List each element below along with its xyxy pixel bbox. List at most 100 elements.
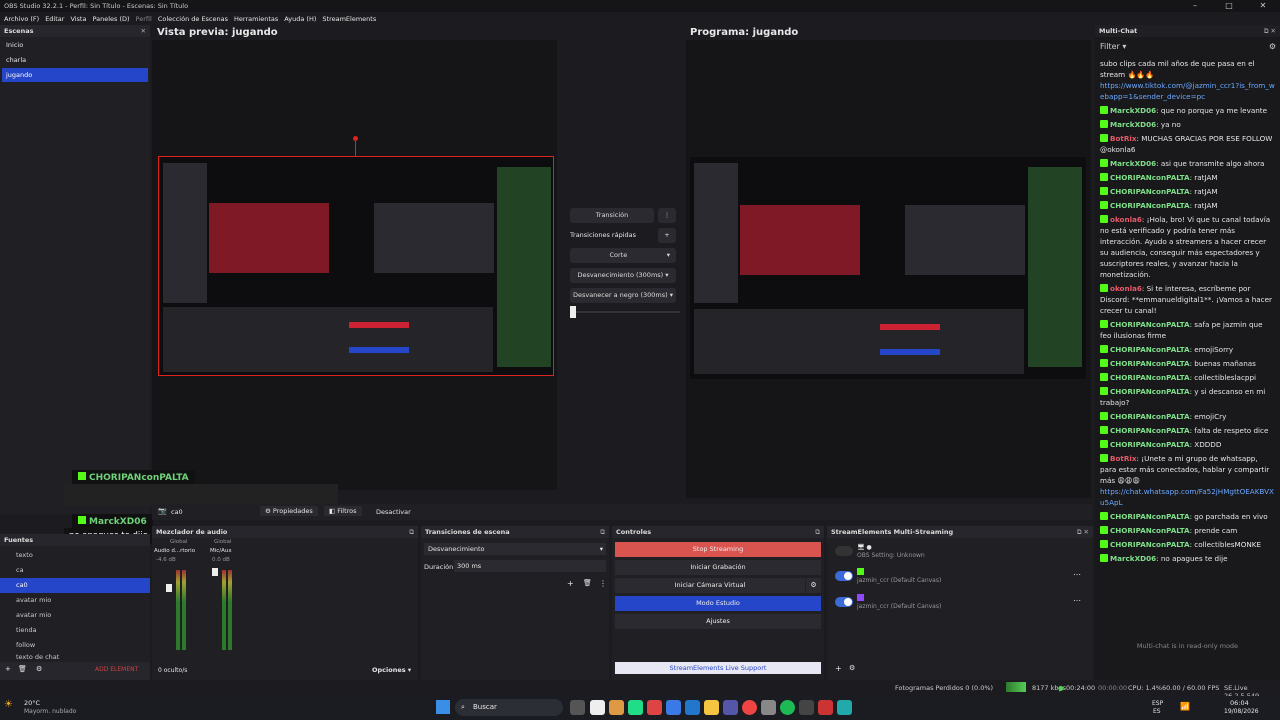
store-icon[interactable] — [590, 700, 605, 715]
source-item-texto[interactable]: texto — [0, 548, 150, 563]
transition-type-select[interactable]: Desvanecimiento ▾ — [424, 543, 606, 555]
powerpoint-icon[interactable] — [647, 700, 662, 715]
excel-icon[interactable] — [628, 700, 643, 715]
menu-ayuda[interactable]: Ayuda (H) — [284, 15, 316, 23]
fade-transition-button[interactable]: Desvanecimiento (300ms) ▾ — [570, 268, 676, 283]
scene-item-charla[interactable]: charla — [2, 53, 148, 67]
stop-streaming-button[interactable]: Stop Streaming — [615, 542, 821, 557]
float-icon[interactable]: ⧉ — [600, 526, 605, 538]
gear-icon[interactable]: ⚙ — [806, 578, 821, 593]
source-item-avatar-1[interactable]: avatar mio — [0, 593, 150, 608]
source-item-ca0[interactable]: ca0 — [0, 578, 150, 593]
scene-item-inicio[interactable]: Inicio — [2, 38, 148, 52]
chat-username[interactable]: MarckXD06 — [1110, 159, 1156, 168]
chat-link[interactable]: https://chat.whatsapp.com/Fa52jHMgttOEAK… — [1100, 487, 1274, 507]
obs-toggle[interactable] — [835, 546, 853, 556]
properties-button[interactable]: ⚙ Propiedades — [260, 506, 318, 516]
preview-scene-thumbnail[interactable] — [158, 156, 554, 376]
keyboard-lang[interactable]: ESP — [1152, 700, 1163, 707]
chat-username[interactable]: CHORIPANconPALTA — [1110, 359, 1190, 368]
trash-icon[interactable]: 🗑 — [583, 579, 592, 587]
taskbar-search[interactable]: Buscar ⌕ — [455, 699, 563, 716]
edge-icon[interactable] — [685, 700, 700, 715]
chat-username[interactable]: okonla6 — [1110, 284, 1142, 293]
chat-username[interactable]: CHORIPANconPALTA — [1110, 187, 1190, 196]
chat-filter-button[interactable]: Filter ▾ — [1100, 42, 1126, 51]
close-icon[interactable]: ⧉ ✕ — [1264, 25, 1276, 37]
mic-fader-handle[interactable] — [212, 568, 218, 576]
account-toggle-kick[interactable] — [835, 571, 853, 581]
chat-username[interactable]: CHORIPANconPALTA — [1110, 412, 1190, 421]
gear-icon[interactable]: ⚙ — [1269, 37, 1276, 57]
chat-username[interactable]: CHORIPANconPALTA — [1110, 320, 1190, 329]
transition-button[interactable]: Transición — [570, 208, 654, 223]
chat-link[interactable]: https://www.tiktok.com/@jazmin_ccr1?is_f… — [1100, 81, 1275, 101]
gear-icon[interactable]: ⚙ — [849, 664, 855, 672]
source-item-avatar-2[interactable]: avatar mio — [0, 608, 150, 623]
maximize-button[interactable]: □ — [1212, 0, 1246, 12]
add-source-icon[interactable]: + — [5, 665, 11, 673]
windows-start-icon[interactable] — [436, 700, 450, 714]
float-icon[interactable]: ⧉ — [815, 526, 820, 538]
scene-item-jugando[interactable]: jugando — [2, 68, 148, 82]
menu-editar[interactable]: Editar — [45, 15, 64, 23]
chat-username[interactable]: BotRix — [1110, 134, 1137, 143]
source-item-tienda[interactable]: tienda — [0, 623, 150, 638]
menu-herramientas[interactable]: Herramientas — [234, 15, 278, 23]
source-item-ca[interactable]: ca — [0, 563, 150, 578]
tbar-slider-handle[interactable] — [570, 306, 576, 318]
chat-username[interactable]: MarckXD06 — [1110, 106, 1156, 115]
obs-icon[interactable] — [818, 700, 833, 715]
source-item-texto-chat[interactable]: texto de chat — [0, 653, 150, 661]
chat-username[interactable]: CHORIPANconPALTA — [1110, 373, 1190, 382]
add-quick-transition-button[interactable]: + — [658, 228, 676, 243]
chat-username[interactable]: BotRix — [1110, 454, 1137, 463]
chat-username[interactable]: CHORIPANconPALTA — [1110, 345, 1190, 354]
gear-icon[interactable]: ⚙ — [36, 665, 42, 673]
menu-vista[interactable]: Vista — [70, 15, 86, 23]
menu-coleccion[interactable]: Colección de Escenas — [158, 15, 228, 23]
chat-username[interactable]: CHORIPANconPALTA — [1110, 173, 1190, 182]
studio-mode-button[interactable]: Modo Estudio — [615, 596, 821, 611]
close-icon[interactable]: ✕ — [141, 25, 146, 37]
add-icon[interactable]: + — [835, 664, 842, 673]
more-vertical-icon[interactable]: ⋮ — [658, 208, 676, 223]
start-virtual-camera-button[interactable]: Iniciar Cámara Virtual — [615, 578, 805, 593]
task-view-icon[interactable] — [570, 700, 585, 715]
folder-icon[interactable] — [704, 700, 719, 715]
chat-username[interactable]: MarckXD06 — [1110, 554, 1156, 563]
account-toggle-twitch[interactable] — [835, 597, 853, 607]
close-button[interactable]: ✕ — [1246, 0, 1280, 12]
se-live-support-button[interactable]: StreamElements Live Support — [615, 662, 821, 674]
menu-archivo[interactable]: Archivo (F) — [4, 15, 39, 23]
menu-perfil[interactable]: Perfil — [136, 15, 152, 23]
mixer-options-button[interactable]: Opciones ▾ — [372, 666, 411, 674]
source-item-follow[interactable]: follow — [0, 638, 150, 653]
minimize-button[interactable]: – — [1178, 0, 1212, 12]
deactivate-button[interactable]: Desactivar — [376, 508, 411, 516]
more-vertical-icon[interactable]: ⋮ — [599, 579, 607, 588]
chat-username[interactable]: CHORIPANconPALTA — [1110, 201, 1190, 210]
add-icon[interactable]: + — [567, 579, 574, 588]
close-icon[interactable]: ⧉ ✕ — [1077, 526, 1089, 538]
word-icon[interactable] — [666, 700, 681, 715]
audio-fader-handle[interactable] — [166, 584, 172, 592]
chrome-icon[interactable] — [742, 700, 757, 715]
filters-button[interactable]: ◧ Filtros — [324, 506, 362, 516]
office-icon[interactable] — [609, 700, 624, 715]
settings-button[interactable]: Ajustes — [615, 614, 821, 629]
chat-username[interactable]: MarckXD06 — [1110, 120, 1156, 129]
cut-transition-button[interactable]: Corte ▾ — [570, 248, 676, 263]
chat-username[interactable]: CHORIPANconPALTA — [1110, 526, 1190, 535]
chat-username[interactable]: CHORIPANconPALTA — [1110, 426, 1190, 435]
more-horizontal-icon[interactable]: ⋯ — [1073, 596, 1081, 605]
start-recording-button[interactable]: Iniciar Grabación — [615, 560, 821, 575]
mail-icon[interactable] — [723, 700, 738, 715]
menu-streamelements[interactable]: StreamElements — [322, 15, 376, 23]
chat-username[interactable]: okonla6 — [1110, 215, 1142, 224]
menu-paneles[interactable]: Paneles (D) — [92, 15, 129, 23]
more-horizontal-icon[interactable]: ⋯ — [1073, 570, 1081, 579]
add-element-button[interactable]: ADD ELEMENT — [95, 666, 138, 673]
chat-username[interactable]: CHORIPANconPALTA — [1110, 387, 1190, 396]
app-icon[interactable] — [799, 700, 814, 715]
